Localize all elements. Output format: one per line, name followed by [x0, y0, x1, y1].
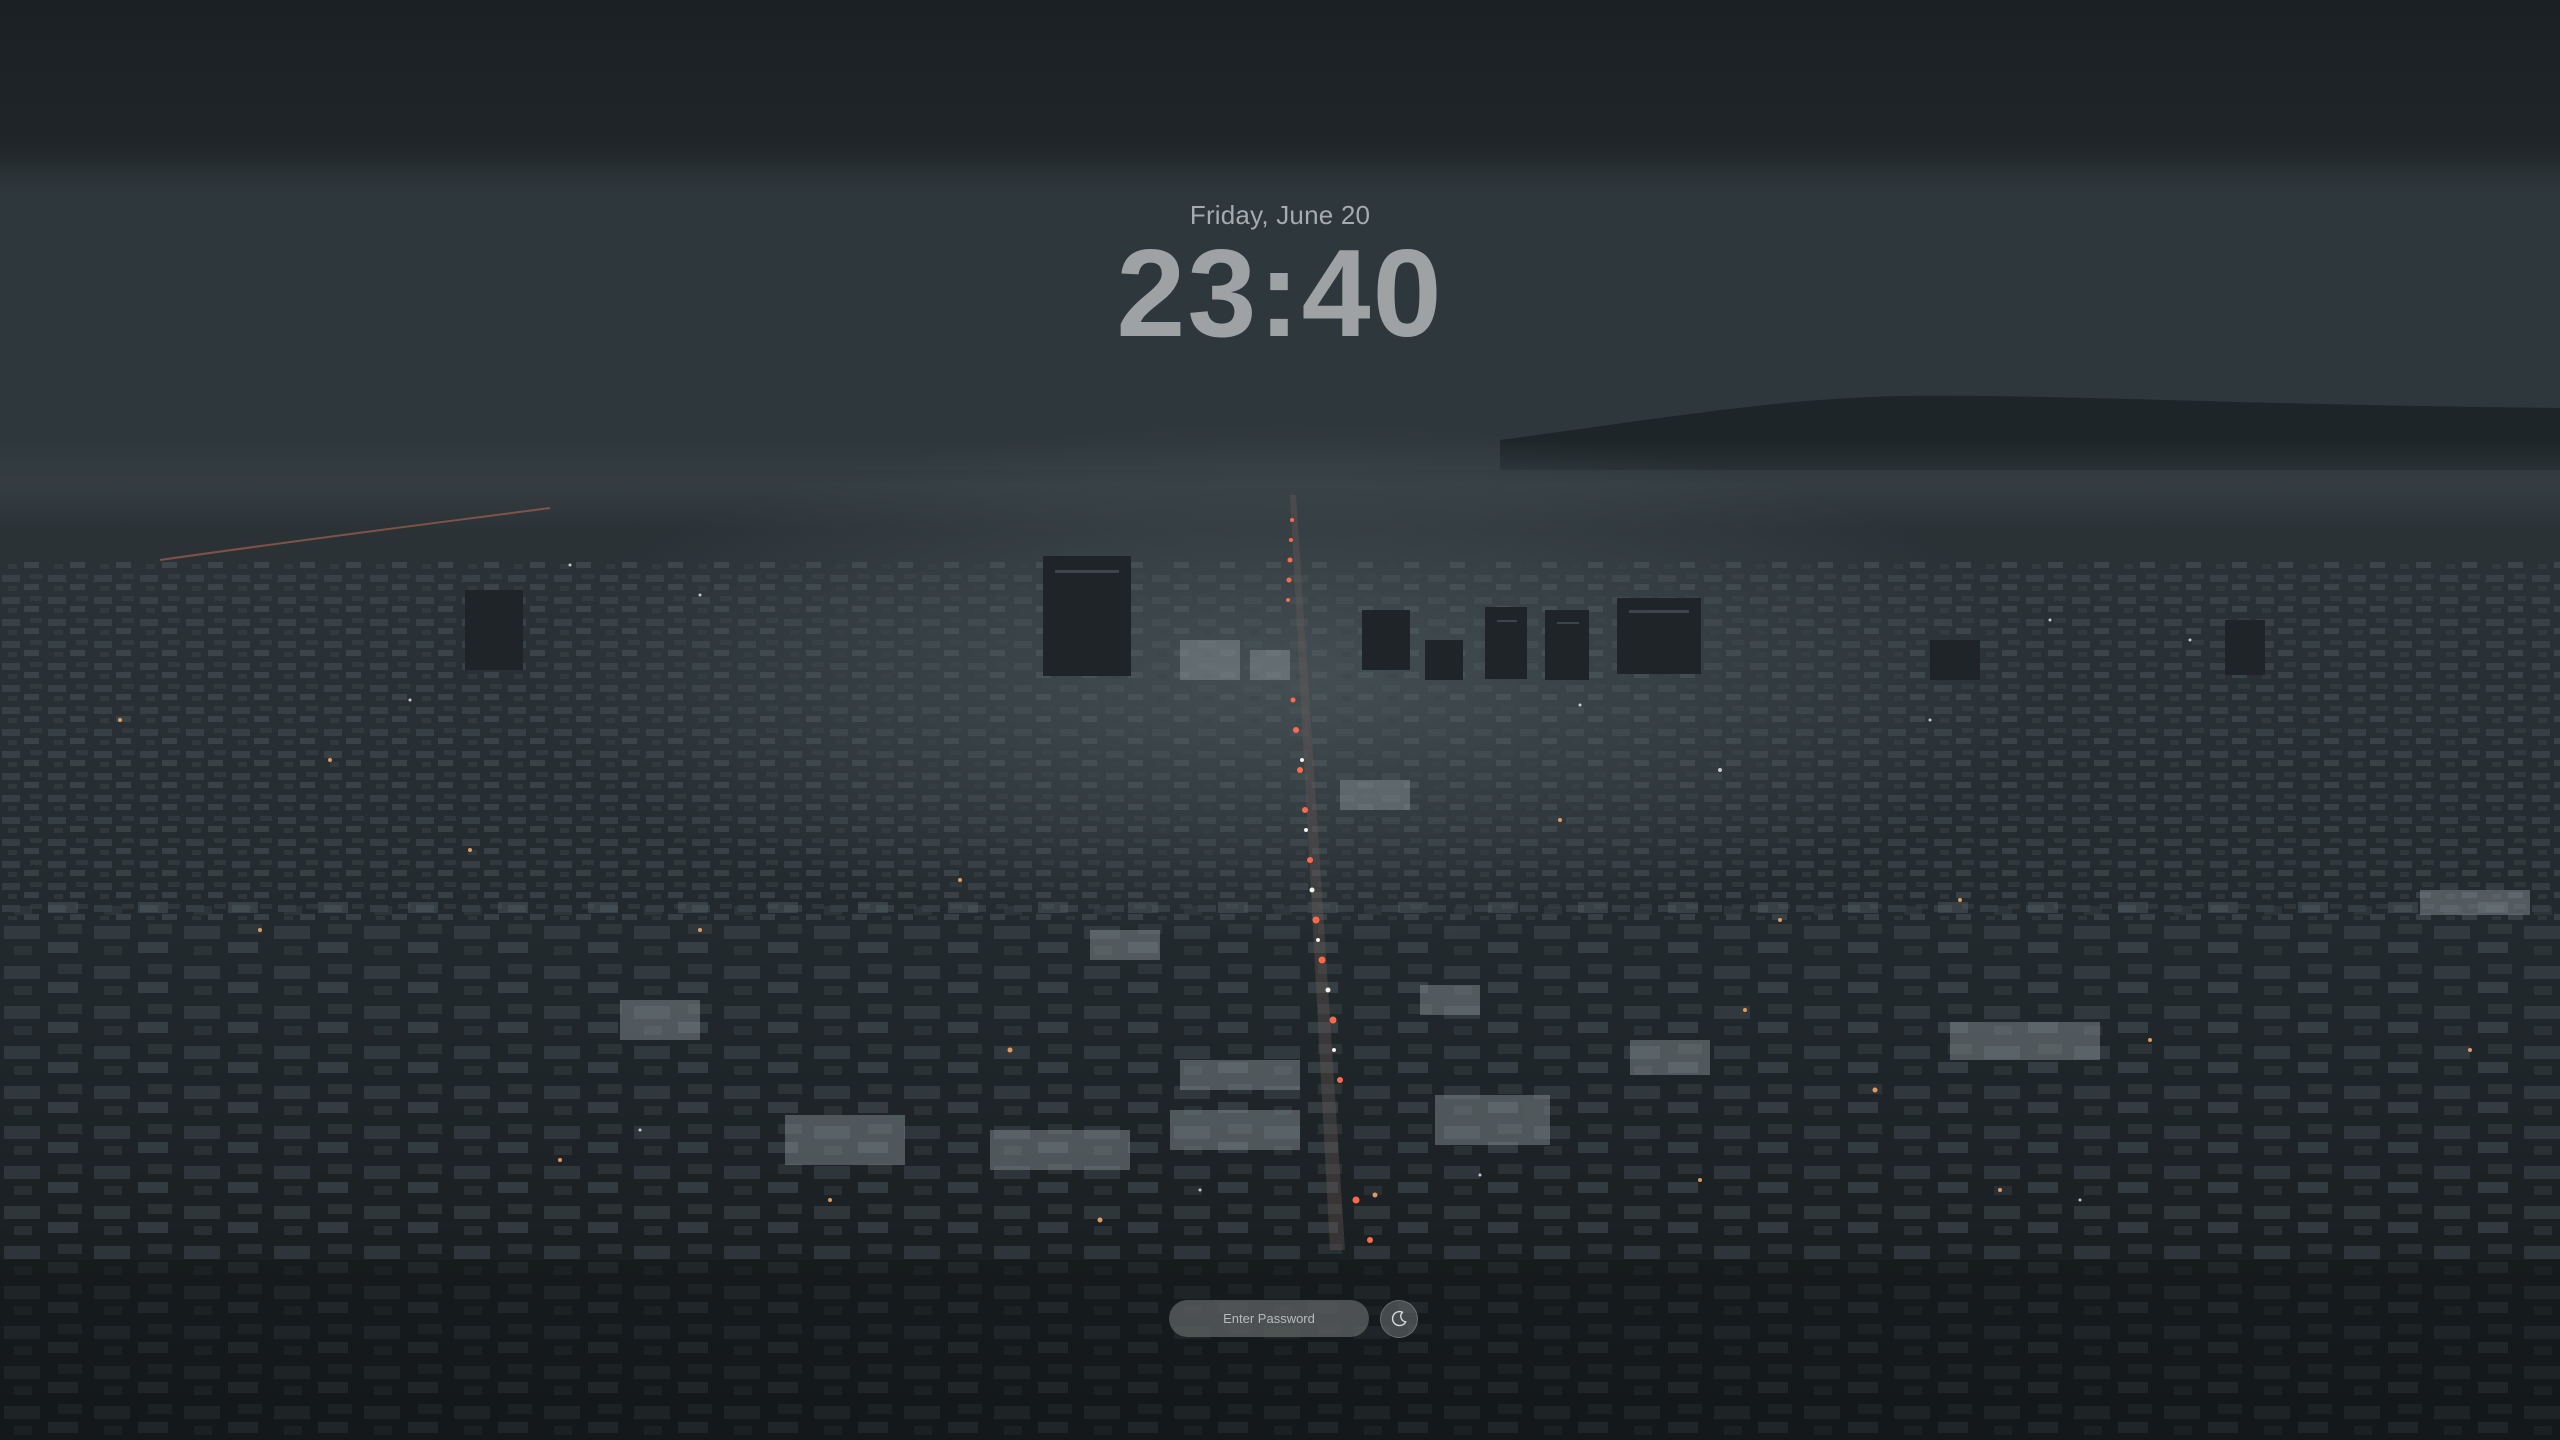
- lock-screen: Friday, June 20 23:40: [0, 0, 2560, 1440]
- password-input[interactable]: [1183, 1310, 1355, 1327]
- time-label: 23:40: [1116, 225, 1444, 363]
- lock-screen-clock: Friday, June 20 23:40: [0, 200, 2560, 359]
- password-field[interactable]: [1169, 1300, 1369, 1337]
- moon-icon: [1389, 1309, 1409, 1329]
- sleep-button[interactable]: [1380, 1300, 1418, 1338]
- login-controls: [1169, 1298, 1419, 1340]
